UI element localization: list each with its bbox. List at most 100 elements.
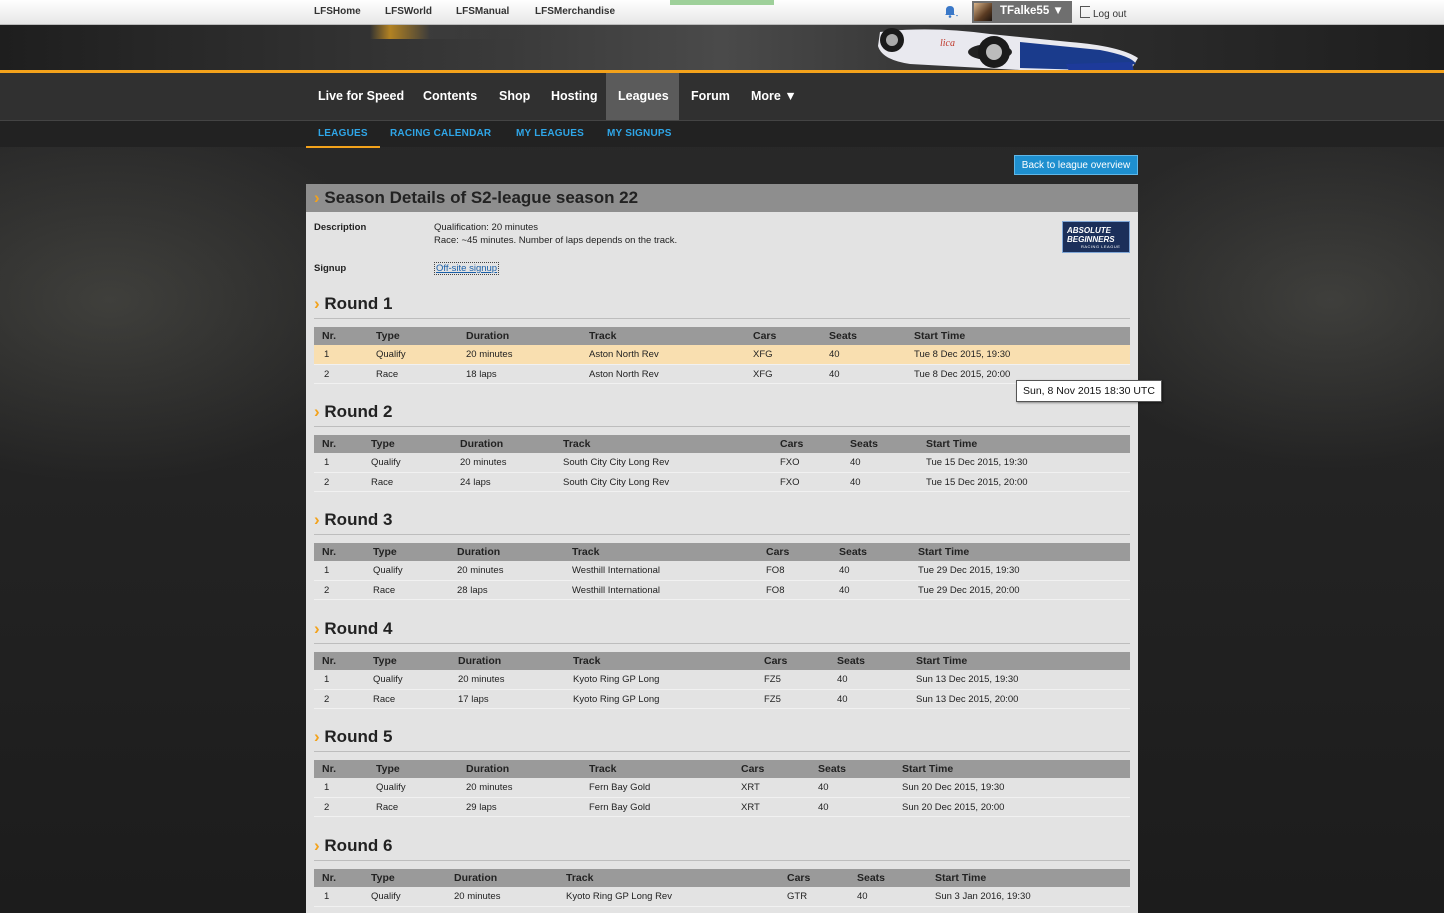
column-header-nr[interactable]: Nr. bbox=[322, 655, 336, 667]
column-header-track[interactable]: Track bbox=[572, 546, 599, 558]
table-row[interactable]: 1 Qualify 20 minutes Fern Bay Gold XRT 40 Sun … bbox=[314, 778, 1130, 798]
column-header-seats[interactable]: Seats bbox=[850, 438, 878, 450]
column-header-cars[interactable]: Cars bbox=[787, 872, 810, 884]
link-lfsmanual[interactable]: LFSManual bbox=[456, 6, 509, 17]
bell-icon[interactable] bbox=[942, 4, 960, 20]
column-header-track[interactable]: Track bbox=[589, 330, 616, 342]
column-header-type[interactable]: Type bbox=[373, 655, 397, 667]
cell-start-time[interactable]: Tue 8 Dec 2015, 19:30 bbox=[914, 349, 1010, 360]
nav-forum[interactable]: Forum bbox=[679, 73, 742, 120]
offsite-signup-link[interactable]: Off-site signup bbox=[434, 262, 500, 275]
link-lfshome[interactable]: LFSHome bbox=[314, 6, 361, 17]
cell-start-time[interactable]: Sun 13 Dec 2015, 19:30 bbox=[916, 674, 1018, 685]
column-header-nr[interactable]: Nr. bbox=[322, 330, 336, 342]
table-row[interactable]: 2 Race 17 laps Kyoto Ring GP Long FZ5 40 Sun 1… bbox=[314, 690, 1130, 709]
cell-start-time[interactable]: Tue 29 Dec 2015, 19:30 bbox=[918, 565, 1020, 576]
subnav-leagues[interactable]: Leagues bbox=[306, 121, 380, 148]
table-row[interactable]: 2 Race 29 laps Fern Bay Gold XRT 40 Sun 20 Dec… bbox=[314, 798, 1130, 817]
cell-nr: 2 bbox=[324, 693, 330, 705]
column-header-track[interactable]: Track bbox=[563, 438, 590, 450]
logout-label: Log out bbox=[1093, 9, 1127, 20]
cell-seats: 40 bbox=[850, 476, 861, 488]
nav-shop[interactable]: Shop bbox=[487, 73, 542, 120]
column-header-track[interactable]: Track bbox=[573, 655, 600, 667]
nav-hosting[interactable]: Hosting bbox=[539, 73, 610, 120]
subnav-my-leagues[interactable]: My Leagues bbox=[504, 121, 596, 146]
site-logo[interactable] bbox=[370, 25, 570, 39]
chevron-right-icon: › bbox=[314, 294, 320, 313]
subnav-my-signups[interactable]: My Signups bbox=[595, 121, 684, 146]
nav-live-for-speed[interactable]: Live for Speed bbox=[306, 73, 416, 120]
column-header-seats[interactable]: Seats bbox=[818, 763, 846, 775]
column-header-start-time[interactable]: Start Time bbox=[935, 872, 986, 884]
column-header-type[interactable]: Type bbox=[371, 872, 395, 884]
column-header-type[interactable]: Type bbox=[376, 763, 400, 775]
cell-start-time[interactable]: Sun 20 Dec 2015, 19:30 bbox=[902, 782, 1004, 793]
nav-contents[interactable]: Contents bbox=[411, 73, 489, 120]
table-row[interactable]: 1 Qualify 20 minutes Kyoto Ring GP Long FZ5 4… bbox=[314, 670, 1130, 690]
column-header-duration[interactable]: Duration bbox=[466, 330, 509, 342]
column-header-seats[interactable]: Seats bbox=[839, 546, 867, 558]
cell-nr: 2 bbox=[324, 801, 330, 813]
column-header-start-time[interactable]: Start Time bbox=[916, 655, 967, 667]
link-lfsmerchandise[interactable]: LFSMerchandise bbox=[535, 6, 615, 17]
column-header-cars[interactable]: Cars bbox=[764, 655, 787, 667]
column-header-duration[interactable]: Duration bbox=[454, 872, 497, 884]
round-divider bbox=[314, 643, 1130, 644]
column-header-cars[interactable]: Cars bbox=[780, 438, 803, 450]
nav-more[interactable]: More ▼ bbox=[739, 73, 809, 120]
column-header-duration[interactable]: Duration bbox=[457, 546, 500, 558]
round-divider bbox=[314, 426, 1130, 427]
column-header-type[interactable]: Type bbox=[371, 438, 395, 450]
table-row[interactable]: 1 Qualify 20 minutes South City City Long R… bbox=[314, 453, 1130, 473]
nav-leagues[interactable]: Leagues bbox=[606, 73, 679, 120]
round-4-table: Nr. Type Duration Track Cars Seats Start Time 1… bbox=[314, 652, 1130, 709]
table-row[interactable]: 1 Qualify 20 minutes Aston North Rev XFG 40 Tu… bbox=[314, 345, 1130, 365]
cell-start-time[interactable]: Tue 15 Dec 2015, 20:00 bbox=[926, 477, 1028, 488]
column-header-nr[interactable]: Nr. bbox=[322, 546, 336, 558]
table-row[interactable]: 1 Qualify 20 minutes Kyoto Ring GP Long Rev… bbox=[314, 887, 1130, 907]
column-header-nr[interactable]: Nr. bbox=[322, 872, 336, 884]
column-header-duration[interactable]: Duration bbox=[460, 438, 503, 450]
column-header-cars[interactable]: Cars bbox=[741, 763, 764, 775]
chevron-right-icon: › bbox=[314, 727, 320, 746]
column-header-type[interactable]: Type bbox=[376, 330, 400, 342]
cell-duration: 20 minutes bbox=[466, 782, 513, 793]
description-line-1: Qualification: 20 minutes bbox=[434, 222, 539, 233]
chevron-right-icon: › bbox=[314, 510, 320, 529]
cell-seats: 40 bbox=[837, 693, 848, 705]
column-header-cars[interactable]: Cars bbox=[753, 330, 776, 342]
column-header-nr[interactable]: Nr. bbox=[322, 763, 336, 775]
column-header-start-time[interactable]: Start Time bbox=[914, 330, 965, 342]
cell-start-time[interactable]: Sun 3 Jan 2016, 19:30 bbox=[935, 891, 1031, 902]
column-header-start-time[interactable]: Start Time bbox=[926, 438, 977, 450]
cell-start-time[interactable]: Tue 8 Dec 2015, 20:00 bbox=[914, 369, 1010, 380]
cell-start-time[interactable]: Sun 13 Dec 2015, 20:00 bbox=[916, 694, 1018, 705]
table-row[interactable]: 2 Race 28 laps Westhill International FO8 40 T… bbox=[314, 581, 1130, 600]
back-to-league-overview-button[interactable]: Back to league overview bbox=[1014, 155, 1138, 175]
column-header-seats[interactable]: Seats bbox=[837, 655, 865, 667]
table-row[interactable]: 2 Race 24 laps South City City Long Rev FXO 4… bbox=[314, 473, 1130, 492]
league-logo-line1: ABSOLUTE bbox=[1067, 226, 1111, 235]
table-row[interactable]: 1 Qualify 20 minutes Westhill International… bbox=[314, 561, 1130, 581]
column-header-seats[interactable]: Seats bbox=[857, 872, 885, 884]
column-header-type[interactable]: Type bbox=[373, 546, 397, 558]
cell-start-time[interactable]: Sun 20 Dec 2015, 20:00 bbox=[902, 802, 1004, 813]
column-header-duration[interactable]: Duration bbox=[466, 763, 509, 775]
subnav-racing-calendar[interactable]: Racing Calendar bbox=[378, 121, 503, 146]
column-header-cars[interactable]: Cars bbox=[766, 546, 789, 558]
cell-start-time[interactable]: Tue 29 Dec 2015, 20:00 bbox=[918, 585, 1020, 596]
link-lfsworld[interactable]: LFSWorld bbox=[385, 6, 432, 17]
cell-track: South City City Long Rev bbox=[563, 457, 670, 468]
column-header-nr[interactable]: Nr. bbox=[322, 438, 336, 450]
column-header-start-time[interactable]: Start Time bbox=[918, 546, 969, 558]
column-header-duration[interactable]: Duration bbox=[458, 655, 501, 667]
user-menu-button[interactable]: TFalke55 ▼ bbox=[972, 1, 1072, 23]
column-header-start-time[interactable]: Start Time bbox=[902, 763, 953, 775]
table-row[interactable]: 2 Race 18 laps Aston North Rev XFG 40 Tue 8 De… bbox=[314, 365, 1130, 384]
column-header-track[interactable]: Track bbox=[566, 872, 593, 884]
cell-start-time[interactable]: Tue 15 Dec 2015, 19:30 bbox=[926, 457, 1028, 468]
column-header-seats[interactable]: Seats bbox=[829, 330, 857, 342]
column-header-track[interactable]: Track bbox=[589, 763, 616, 775]
logout-link[interactable]: Log out bbox=[1080, 6, 1126, 20]
